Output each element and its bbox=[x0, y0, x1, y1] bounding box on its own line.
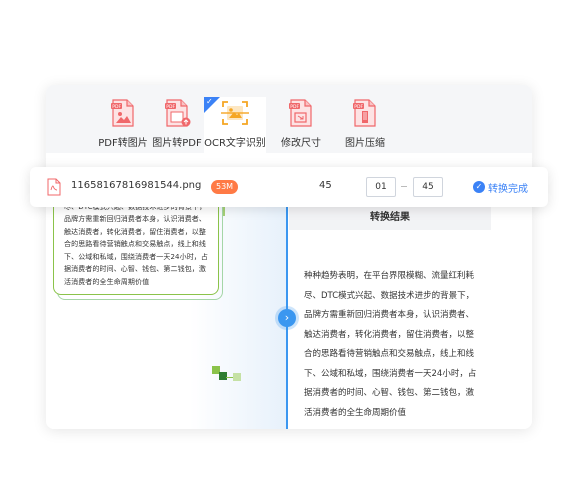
check-icon: ✓ bbox=[206, 97, 213, 106]
pdf-tag: PDF bbox=[166, 104, 175, 110]
pdf-tag: PDF bbox=[290, 104, 299, 110]
file-row: 11658167816981544.png 53M 45 01 45 ✓ 转换完… bbox=[30, 167, 548, 207]
decor-line bbox=[226, 377, 233, 378]
range-dash bbox=[401, 186, 407, 187]
ocr-icon bbox=[220, 99, 250, 127]
image-to-pdf-icon: PDF bbox=[165, 99, 191, 127]
compress-icon: PDF bbox=[353, 99, 377, 127]
file-name: 11658167816981544.png bbox=[71, 180, 202, 191]
result-text: 种种趋势表明，在平台界限模糊、流量红利耗尽、DTC模式兴起、数据技术进步的背景下… bbox=[304, 271, 477, 418]
page-count: 45 bbox=[319, 180, 332, 191]
tab-compress[interactable]: PDF 图片压缩 bbox=[334, 97, 396, 153]
result-title: 转换结果 bbox=[289, 206, 491, 230]
tab-label: 图片转PDF bbox=[152, 138, 202, 149]
tool-tabs: PDF PDF转图片 PDF 图片转PDF ✓ OCR文字识别 PDF 修改尺寸… bbox=[46, 85, 532, 153]
page-to-input[interactable]: 45 bbox=[413, 177, 443, 197]
convert-arrow-button[interactable]: › bbox=[278, 309, 296, 327]
pdf-file-icon bbox=[47, 178, 61, 196]
tab-label: OCR文字识别 bbox=[204, 138, 266, 149]
page-from-input[interactable]: 01 bbox=[366, 177, 396, 197]
check-circle-icon: ✓ bbox=[473, 181, 485, 193]
decor-square bbox=[219, 372, 227, 380]
pdf-tag: PDF bbox=[354, 104, 363, 110]
tab-image-to-pdf[interactable]: PDF 图片转PDF bbox=[146, 97, 208, 153]
tab-label: 修改尺寸 bbox=[281, 138, 321, 149]
tab-ocr[interactable]: ✓ OCR文字识别 bbox=[204, 97, 266, 153]
tab-label: 图片压缩 bbox=[345, 138, 385, 149]
tab-label: PDF转图片 bbox=[98, 138, 148, 149]
decor-square bbox=[233, 373, 241, 381]
pdf-tag: PDF bbox=[112, 104, 121, 110]
tab-resize[interactable]: PDF 修改尺寸 bbox=[270, 97, 332, 153]
tab-pdf-to-image[interactable]: PDF PDF转图片 bbox=[92, 97, 154, 153]
pdf-to-image-icon: PDF bbox=[111, 99, 135, 127]
resize-icon: PDF bbox=[289, 99, 313, 127]
file-size-badge: 53M bbox=[211, 180, 239, 194]
status-text: 转换完成 bbox=[488, 184, 528, 195]
